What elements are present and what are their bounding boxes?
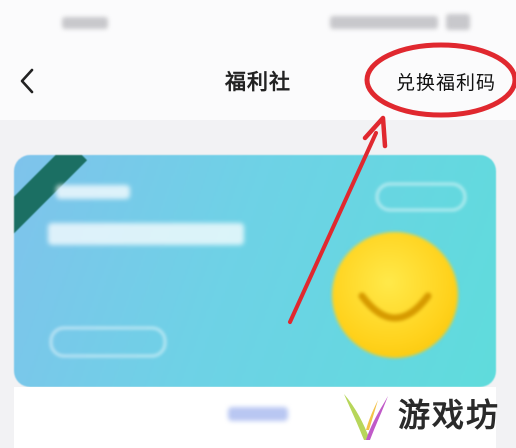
card-subtitle-blurred	[56, 185, 130, 199]
bottom-link-blurred[interactable]	[228, 407, 288, 421]
card-action-pill[interactable]	[50, 327, 166, 357]
battery-icon	[446, 14, 470, 30]
watermark: 游戏坊	[340, 386, 516, 448]
nav-header: 福利社 兑换福利码	[0, 48, 516, 120]
card-top-right-button[interactable]	[376, 183, 466, 211]
card-title-blurred	[48, 223, 244, 245]
status-icons-blurred	[330, 16, 438, 29]
annotation-arrowhead	[362, 115, 388, 149]
watermark-text: 游戏坊	[398, 396, 501, 434]
status-time-blurred	[62, 17, 108, 29]
watermark-logo-icon	[344, 394, 388, 440]
redeem-code-link[interactable]: 兑换福利码	[396, 68, 496, 95]
status-bar	[0, 0, 516, 48]
smiley-icon	[332, 232, 458, 358]
